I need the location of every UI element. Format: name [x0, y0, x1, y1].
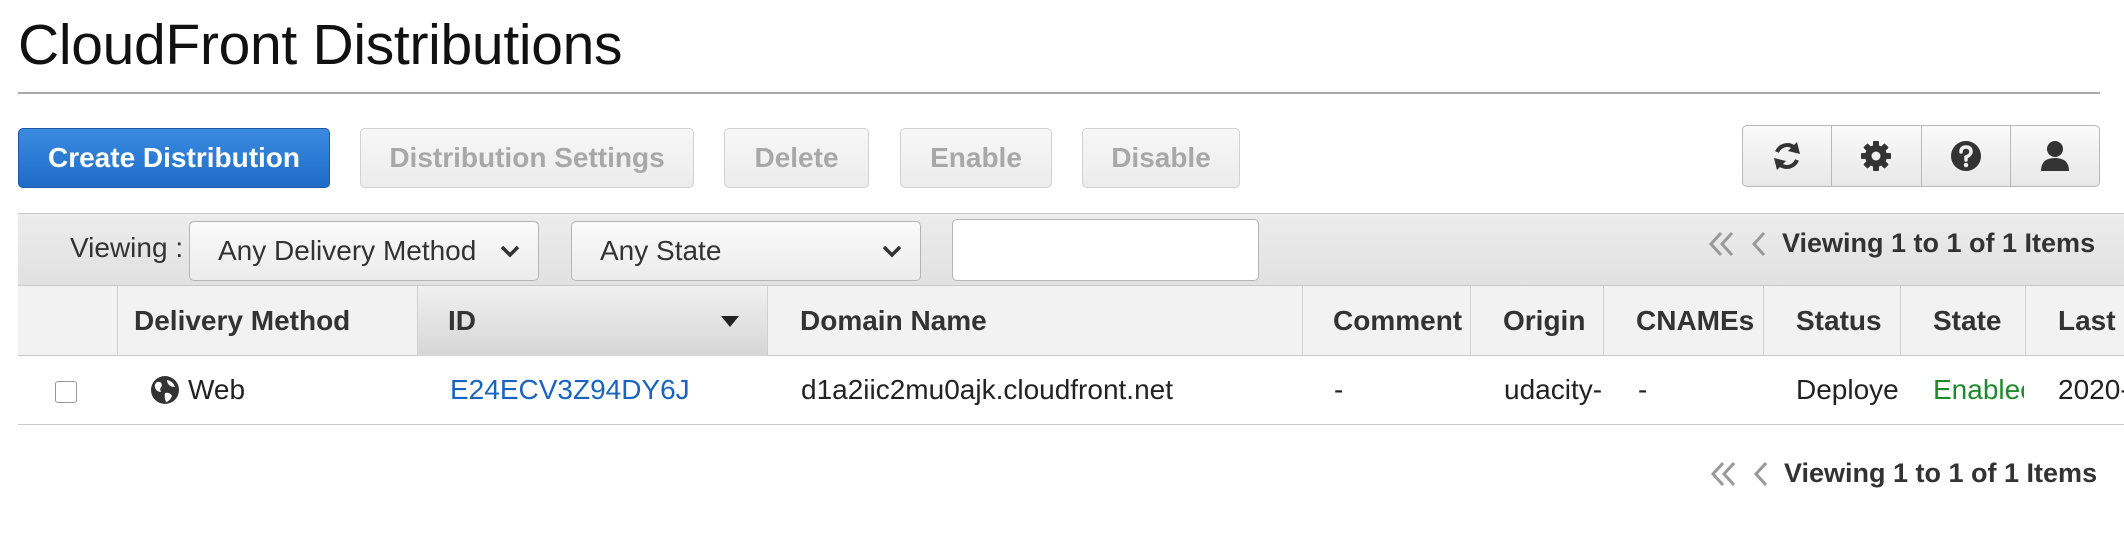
delivery-method-value: Any Delivery Method — [218, 235, 477, 266]
globe-icon — [151, 376, 179, 404]
column-header-last[interactable]: Last — [2026, 286, 2124, 356]
column-header-delivery-method[interactable]: Delivery Method — [118, 286, 418, 356]
user-icon — [2040, 141, 2069, 171]
chevron-down-icon — [882, 245, 902, 258]
previous-page-icon[interactable] — [1752, 461, 1770, 487]
help-button[interactable] — [1922, 126, 2011, 186]
first-page-icon[interactable] — [1708, 231, 1736, 257]
cnames-cell: - — [1638, 374, 1648, 405]
domain-name-cell: d1a2iic2mu0ajk.cloudfront.net — [801, 374, 1174, 405]
distribution-id-link[interactable]: E24ECV3Z94DY6J — [450, 365, 690, 415]
delete-button[interactable]: Delete — [724, 128, 869, 188]
row-checkbox[interactable] — [55, 381, 77, 403]
state-value: Any State — [600, 235, 722, 266]
refresh-icon — [1774, 142, 1801, 170]
delivery-method-value: Web — [188, 374, 246, 405]
column-header-origin[interactable]: Origin — [1471, 286, 1604, 356]
status-cell: Deploye — [1796, 374, 1899, 405]
account-button[interactable] — [2011, 126, 2099, 186]
column-header-state[interactable]: State — [1901, 286, 2026, 356]
first-page-icon[interactable] — [1710, 461, 1738, 487]
column-header-id-label: ID — [448, 305, 476, 336]
help-icon — [1950, 141, 1981, 171]
column-header-cnames[interactable]: CNAMEs — [1604, 286, 1764, 356]
chevron-down-icon — [500, 245, 520, 258]
comment-cell: - — [1334, 374, 1344, 405]
settings-button[interactable] — [1832, 126, 1922, 186]
delivery-method-select[interactable]: Any Delivery Method — [189, 221, 539, 281]
pager-bottom: Viewing 1 to 1 of 1 Items — [1710, 458, 2097, 489]
toolbar-icon-group — [1742, 125, 2100, 187]
gear-icon — [1861, 141, 1892, 171]
pager-text: Viewing 1 to 1 of 1 Items — [1782, 228, 2096, 258]
delivery-method-cell: Web — [150, 365, 245, 415]
distribution-settings-button[interactable]: Distribution Settings — [360, 128, 694, 188]
last-modified-cell: 2020- — [2058, 374, 2124, 405]
select-all-header — [18, 286, 118, 356]
refresh-button[interactable] — [1743, 126, 1833, 186]
pager-text: Viewing 1 to 1 of 1 Items — [1784, 458, 2098, 488]
search-input[interactable] — [952, 219, 1259, 281]
previous-page-icon[interactable] — [1750, 231, 1768, 257]
sort-descending-icon — [721, 316, 739, 327]
column-header-id[interactable]: ID — [418, 286, 768, 356]
origin-cell: udacity- — [1504, 374, 1602, 405]
row-divider — [18, 424, 2124, 425]
viewing-label: Viewing : — [70, 232, 184, 263]
disable-button[interactable]: Disable — [1082, 128, 1240, 188]
column-header-comment[interactable]: Comment — [1303, 286, 1471, 356]
title-divider — [18, 92, 2100, 94]
state-cell: Enablec — [1933, 374, 2024, 405]
state-select[interactable]: Any State — [571, 221, 921, 281]
create-distribution-button[interactable]: Create Distribution — [18, 128, 330, 188]
enable-button[interactable]: Enable — [900, 128, 1052, 188]
column-header-status[interactable]: Status — [1764, 286, 1901, 356]
column-header-domain-name[interactable]: Domain Name — [768, 286, 1303, 356]
pager-top: Viewing 1 to 1 of 1 Items — [1708, 228, 2095, 259]
page-title: CloudFront Distributions — [18, 13, 623, 77]
